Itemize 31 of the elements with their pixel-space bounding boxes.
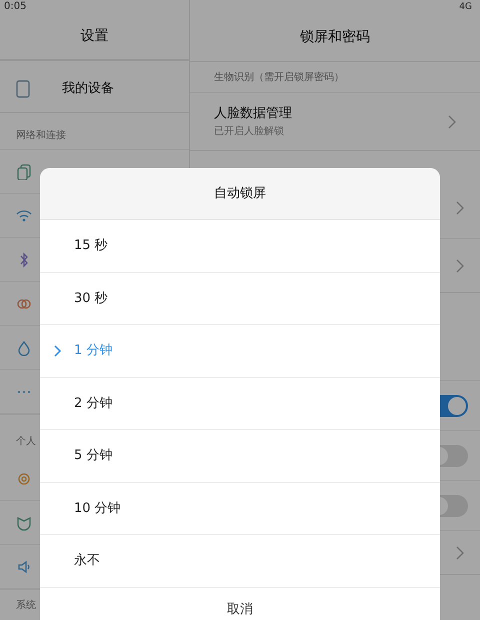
status-time: 0:05 [4,2,26,12]
wifi-icon [16,208,32,224]
drop-icon [16,340,32,356]
chevron-icon [456,546,464,560]
tablet-icon [16,80,30,98]
list-item[interactable]: 人脸数据管理 已开启人脸解锁 [190,92,480,150]
dialog-title: 自动锁屏 [214,184,266,203]
shield-icon [16,514,32,531]
section-header: 个人 [16,435,36,450]
pane-title: 锁屏和密码 [300,28,370,47]
speaker-icon [16,558,32,575]
list-item[interactable]: 我的设备 [0,66,189,112]
option-item[interactable]: 15 秒 [40,220,440,272]
network-indicator: 4G [459,2,472,12]
section-header: 系统 [16,598,36,613]
sun-icon [16,470,32,487]
pane-title: 设置 [80,26,108,46]
chevron-icon [456,201,464,215]
section-header: 生物识别（需开启锁屏密码） [214,70,344,84]
item-title: 人脸数据管理 [214,105,292,124]
option-item[interactable]: 30 秒 [40,272,440,325]
option-item[interactable]: 10 分钟 [40,482,440,535]
section-header: 网络和连接 [16,128,66,143]
chevron-icon [54,344,62,357]
chevron-icon [456,258,464,272]
option-item[interactable]: 2 分钟 [40,378,440,430]
chevron-icon [448,114,456,128]
option-item[interactable]: 5 分钟 [40,430,440,482]
more-icon [18,390,30,393]
copy-icon [16,164,32,180]
item-subtitle: 已开启人脸解锁 [214,124,285,139]
